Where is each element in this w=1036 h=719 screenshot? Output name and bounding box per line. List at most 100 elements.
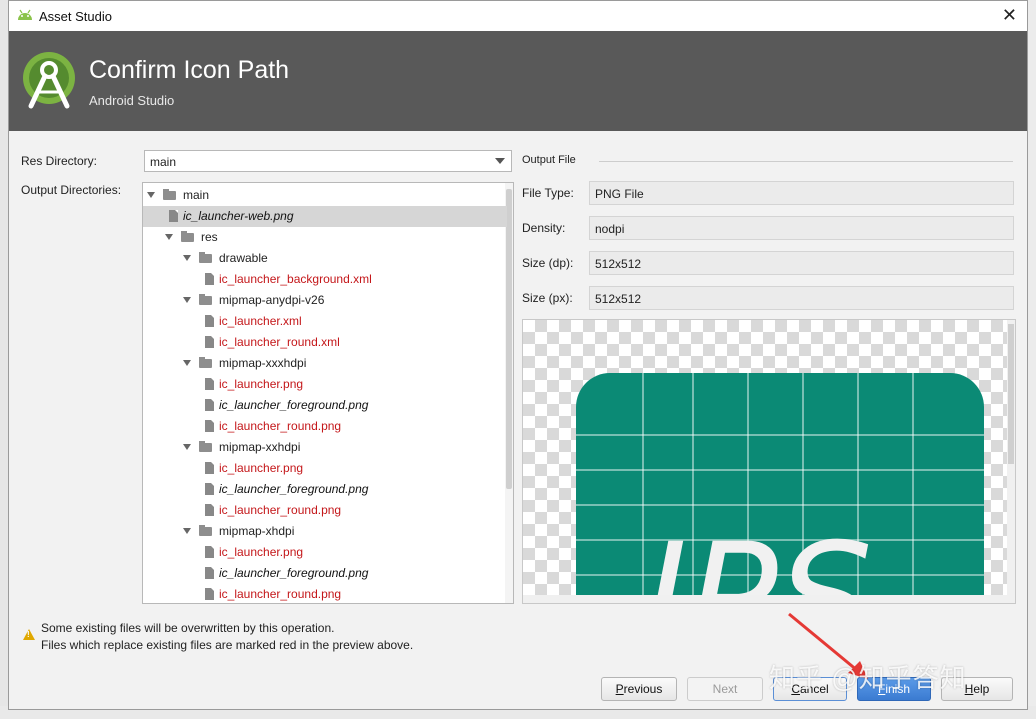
preview-scrollbar-thumb[interactable] — [1008, 324, 1014, 464]
expand-arrow-icon[interactable] — [165, 234, 173, 240]
tree-file-row[interactable]: ic_launcher.png — [143, 458, 507, 479]
tree-folder-row[interactable]: mipmap-xxxhdpi — [143, 353, 507, 374]
folder-icon — [199, 357, 212, 368]
tree-item-label: ic_launcher_background.xml — [219, 272, 372, 286]
tree-folder-row[interactable]: res — [143, 227, 507, 248]
expand-arrow-icon[interactable] — [147, 192, 155, 198]
tree-file-row[interactable]: ic_launcher.png — [143, 374, 507, 395]
previous-button[interactable]: Previous — [601, 677, 677, 701]
warning-line-2: Files which replace existing files are m… — [41, 638, 414, 652]
file-icon — [205, 546, 214, 558]
close-icon[interactable]: ✕ — [1002, 5, 1017, 26]
expand-arrow-icon[interactable] — [183, 528, 191, 534]
output-file-section-label: Output File — [522, 154, 576, 166]
tree-item-label: ic_launcher-web.png — [183, 209, 294, 223]
tree-file-row[interactable]: ic_launcher_foreground.png — [143, 563, 507, 584]
tree-item-label: main — [183, 188, 210, 202]
page-title: Confirm Icon Path — [89, 56, 290, 84]
preview-vertical-scrollbar[interactable] — [1007, 320, 1015, 603]
background-ide-right — [1028, 0, 1036, 719]
next-button[interactable]: Next — [687, 677, 763, 701]
tree-file-row[interactable]: ic_launcher-web.png — [143, 206, 507, 227]
res-directory-select[interactable]: main — [144, 150, 512, 172]
warning-icon — [23, 629, 35, 640]
file-icon — [205, 462, 214, 474]
size-dp-field: 512x512 — [589, 251, 1014, 275]
expand-arrow-icon[interactable] — [183, 297, 191, 303]
size-px-field: 512x512 — [589, 286, 1014, 310]
size-px-value: 512x512 — [595, 292, 642, 306]
tree-file-row[interactable]: ic_launcher.png — [143, 542, 507, 563]
page-subtitle: Android Studio — [89, 93, 175, 108]
tree-file-row[interactable]: ic_launcher_round.png — [143, 584, 507, 603]
file-icon — [205, 504, 214, 516]
watermark-text: 知乎 @知乎答知 — [769, 663, 967, 693]
tree-folder-row[interactable]: mipmap-xxhdpi — [143, 437, 507, 458]
tree-file-row[interactable]: ic_launcher_background.xml — [143, 269, 507, 290]
tree-item-label: mipmap-anydpi-v26 — [219, 293, 325, 307]
expand-arrow-icon[interactable] — [183, 255, 191, 261]
file-icon — [205, 273, 214, 285]
title-bar: Asset Studio ✕ — [9, 1, 1027, 31]
folder-icon — [199, 441, 212, 452]
expand-arrow-icon[interactable] — [183, 444, 191, 450]
tree-item-label: ic_launcher_round.png — [219, 503, 342, 517]
tree-item-label: ic_launcher_foreground.png — [219, 398, 369, 412]
help-label: elp — [973, 682, 990, 696]
tree-file-row[interactable]: ic_launcher_round.png — [143, 416, 507, 437]
tree-item-label: ic_launcher_round.png — [219, 587, 342, 601]
tree-folder-row[interactable]: drawable — [143, 248, 507, 269]
tree-file-row[interactable]: ic_launcher_round.png — [143, 500, 507, 521]
tree-item-label: ic_launcher_foreground.png — [219, 482, 369, 496]
folder-icon — [199, 525, 212, 536]
wizard-header: Confirm Icon Path Android Studio — [9, 31, 1027, 131]
file-type-label: File Type: — [522, 186, 574, 200]
chevron-down-icon[interactable] — [495, 158, 505, 164]
tree-file-row[interactable]: ic_launcher_round.xml — [143, 332, 507, 353]
file-icon — [205, 588, 214, 600]
tree-item-label: res — [201, 230, 218, 244]
tree-folder-row[interactable]: mipmap-xhdpi — [143, 521, 507, 542]
warning-line-1: Some existing files will be overwritten … — [41, 621, 335, 635]
preview-horizontal-scrollbar[interactable] — [523, 595, 1015, 603]
folder-icon — [199, 294, 212, 305]
folder-icon — [163, 189, 176, 200]
background-ide-left — [0, 0, 8, 719]
tree-file-row[interactable]: ic_launcher_foreground.png — [143, 479, 507, 500]
tree-file-row[interactable]: ic_launcher_foreground.png — [143, 395, 507, 416]
output-directories-tree[interactable]: main ic_launcher-web.pngres drawable ic_lau… — [142, 182, 514, 604]
expand-arrow-icon[interactable] — [183, 360, 191, 366]
file-icon — [205, 336, 214, 348]
file-icon — [205, 567, 214, 579]
density-value: nodpi — [595, 222, 625, 236]
icon-text: IPS — [643, 512, 873, 604]
folder-icon — [199, 252, 212, 263]
folder-icon — [181, 231, 194, 242]
android-studio-logo-icon — [22, 52, 78, 113]
file-type-field: PNG File — [589, 181, 1014, 205]
tree-file-row[interactable]: ic_launcher.xml — [143, 311, 507, 332]
file-type-value: PNG File — [595, 187, 644, 201]
res-directory-value: main — [150, 155, 177, 169]
tree-item-label: mipmap-xhdpi — [219, 524, 295, 538]
previous-mnemonic: P — [615, 682, 624, 696]
android-icon — [17, 9, 33, 24]
tree-item-label: ic_launcher_round.png — [219, 419, 342, 433]
res-directory-label: Res Directory: — [21, 154, 98, 168]
density-field: nodpi — [589, 216, 1014, 240]
tree-item-label: mipmap-xxhdpi — [219, 440, 301, 454]
section-divider — [599, 161, 1013, 162]
icon-preview: IPS — [522, 319, 1016, 604]
file-icon — [205, 315, 214, 327]
file-icon — [205, 483, 214, 495]
size-px-label: Size (px): — [522, 291, 573, 305]
tree-folder-row[interactable]: main — [143, 185, 507, 206]
tree-folder-row[interactable]: mipmap-anydpi-v26 — [143, 290, 507, 311]
tree-item-label: ic_launcher.png — [219, 377, 304, 391]
tree-item-label: mipmap-xxxhdpi — [219, 356, 307, 370]
previous-label: revious — [623, 682, 663, 696]
tree-item-label: drawable — [219, 251, 268, 265]
size-dp-value: 512x512 — [595, 257, 642, 271]
next-label: Next — [712, 682, 738, 696]
asset-studio-dialog: Asset Studio ✕ Confirm Icon Path Android… — [8, 0, 1028, 710]
